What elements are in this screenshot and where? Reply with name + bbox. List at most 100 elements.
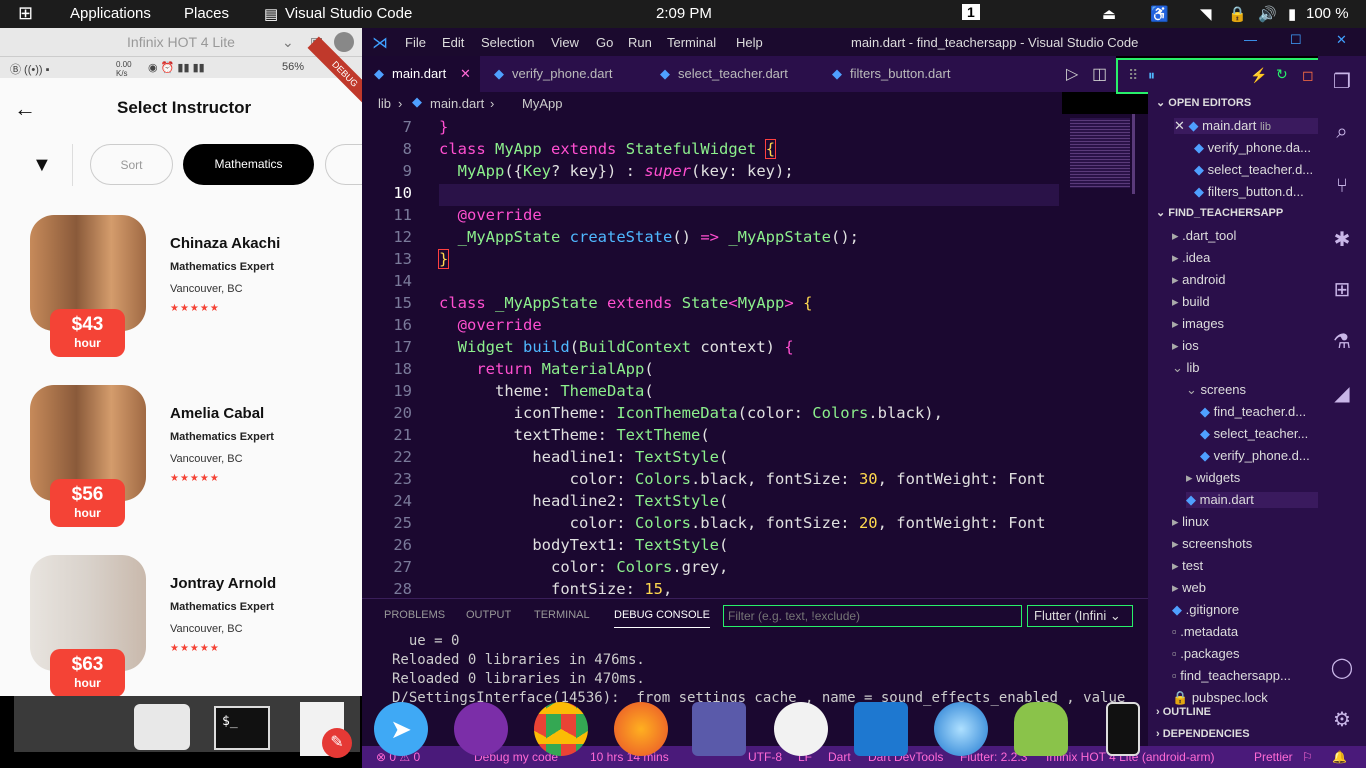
terminal-app-icon[interactable]: $_ <box>214 706 270 750</box>
minimize-icon[interactable]: ⌄ <box>282 28 294 56</box>
maximize-icon[interactable]: ☐ <box>1290 32 1302 48</box>
filter-input[interactable] <box>723 605 1022 627</box>
tree-item[interactable]: ▸ screenshots <box>1172 536 1252 552</box>
bell-icon[interactable]: 🔔 <box>1332 750 1347 764</box>
menu-go[interactable]: Go <box>596 35 613 50</box>
tree-item[interactable]: ▸ widgets <box>1186 470 1240 486</box>
scrollbar-thumb[interactable] <box>1132 114 1135 194</box>
open-editor-item[interactable]: ✕ ◆ main.dart lib <box>1174 118 1318 134</box>
tree-item[interactable]: ▫ .metadata <box>1172 624 1238 639</box>
volume-icon[interactable]: 🔊 <box>1258 5 1277 23</box>
tab-problems[interactable]: PROBLEMS <box>384 609 445 621</box>
menu-file[interactable]: File <box>405 35 426 50</box>
mathematics-chip[interactable]: Mathematics <box>183 144 314 185</box>
tab-verify-phone[interactable]: ◆ verify_phone.dart <box>482 56 648 92</box>
run-debug-icon[interactable]: ✱ <box>1330 228 1354 252</box>
edit-pencil-icon[interactable]: ✎ <box>322 728 352 758</box>
tree-item[interactable]: ▫ .packages <box>1172 646 1240 661</box>
firefox-icon[interactable] <box>614 702 668 756</box>
extensions-icon[interactable]: ⊞ <box>1330 278 1354 302</box>
browser-globe-icon[interactable] <box>934 702 988 756</box>
vscode-dock-icon[interactable] <box>854 702 908 756</box>
tor-browser-icon[interactable] <box>454 702 508 756</box>
android-studio-icon[interactable] <box>774 702 828 756</box>
gear-icon[interactable]: ⚙ <box>1330 708 1354 732</box>
instructor-card[interactable]: $43 hour Chinaza Akachi Mathematics Exper… <box>30 215 330 365</box>
testing-icon[interactable]: ⚗ <box>1330 330 1354 354</box>
tab-terminal[interactable]: TERMINAL <box>534 609 590 621</box>
split-editor-icon[interactable]: ◫ <box>1092 64 1107 84</box>
accessibility-icon[interactable]: ♿ <box>1150 5 1169 23</box>
menu-edit[interactable]: Edit <box>442 35 464 50</box>
search-icon[interactable]: ⌕ <box>1330 120 1354 144</box>
back-arrow-icon[interactable]: ← <box>14 96 36 122</box>
sort-chip[interactable]: Sort <box>90 144 173 185</box>
feedback-icon[interactable]: ⚐ <box>1302 750 1313 764</box>
breadcrumb-file[interactable]: main.dart <box>430 96 484 111</box>
tab-debug-console[interactable]: DEBUG CONSOLE <box>614 609 710 628</box>
wifi-icon[interactable]: ◥ <box>1200 5 1212 23</box>
tab-main-dart[interactable]: ◆ main.dart ✕ <box>362 56 480 92</box>
app-grid-icon[interactable]: ⊞ <box>18 3 33 24</box>
prettier-status[interactable]: Prettier <box>1254 750 1293 764</box>
dependencies-header[interactable]: › DEPENDENCIES <box>1156 728 1250 740</box>
tree-item[interactable]: ◆ select_teacher... <box>1200 426 1308 442</box>
breadcrumb-lib[interactable]: lib <box>378 96 391 111</box>
places-menu[interactable]: Places <box>184 5 229 22</box>
tree-item[interactable]: ⌄ lib <box>1172 360 1200 376</box>
close-icon[interactable] <box>334 32 354 52</box>
open-editor-item[interactable]: ◆ verify_phone.da... <box>1194 140 1311 156</box>
clock[interactable]: 2:09 PM <box>656 5 712 22</box>
explorer-icon[interactable]: ❐ <box>1330 70 1354 94</box>
tab-select-teacher[interactable]: ◆ select_teacher.dart <box>648 56 818 92</box>
filter-icon[interactable]: ▼ <box>32 154 52 177</box>
tree-item[interactable]: ◆ main.dart <box>1186 492 1318 508</box>
telegram-icon[interactable]: ➤ <box>374 702 428 756</box>
applications-menu[interactable]: Applications <box>70 5 151 22</box>
source-control-icon[interactable]: ⑂ <box>1330 174 1354 198</box>
tree-item[interactable]: ▫ find_teachersapp... <box>1172 668 1291 683</box>
next-chip[interactable] <box>325 144 362 185</box>
tree-item[interactable]: ▸ build <box>1172 294 1210 310</box>
tree-item[interactable]: ◆ verify_phone.d... <box>1200 448 1310 464</box>
tab-output[interactable]: OUTPUT <box>466 609 511 621</box>
screen-recorder-icon[interactable] <box>692 702 746 756</box>
files-app-icon[interactable] <box>134 704 190 750</box>
tree-item[interactable]: ◆ .gitignore <box>1172 602 1239 618</box>
tree-item[interactable]: ⌄ screens <box>1186 382 1246 398</box>
menu-help[interactable]: Help <box>736 35 763 50</box>
tree-item[interactable]: ◆ find_teacher.d... <box>1200 404 1306 420</box>
open-editors-header[interactable]: ⌄ OPEN EDITORS <box>1156 96 1251 109</box>
chrome-icon[interactable] <box>534 702 588 756</box>
tab-filters-button[interactable]: ◆ filters_button.dart <box>820 56 988 92</box>
phone-device-icon[interactable] <box>1106 702 1140 756</box>
tree-item[interactable]: ▸ test <box>1172 558 1203 574</box>
breadcrumb-class[interactable]: MyApp <box>522 96 562 111</box>
tree-item[interactable]: ▸ android <box>1172 272 1226 288</box>
hot-reload-icon[interactable]: ⚡ <box>1250 67 1267 84</box>
menu-run[interactable]: Run <box>628 35 652 50</box>
run-icon[interactable]: ▷ <box>1066 64 1078 84</box>
drag-handle-icon[interactable]: ⠿ <box>1128 67 1138 84</box>
menu-terminal[interactable]: Terminal <box>667 35 716 50</box>
eject-icon[interactable]: ⏏ <box>1102 5 1116 23</box>
code-editor[interactable]: 7 8 9 10 11 12 13 14 15 16 17 18 19 20 21 22 23 24 25 26 27 2… <box>362 114 1062 598</box>
android-icon[interactable] <box>1014 702 1068 756</box>
instructor-card[interactable]: $63 hour Jontray Arnold Mathematics Exper… <box>30 555 330 696</box>
tree-item[interactable]: 🔒 pubspec.lock <box>1172 690 1268 706</box>
tree-item[interactable]: ▸ linux <box>1172 514 1209 530</box>
tree-item[interactable]: ▸ .dart_tool <box>1172 228 1236 244</box>
instructor-card[interactable]: $56 hour Amelia Cabal Mathematics Expert … <box>30 385 330 535</box>
stop-icon[interactable]: ◻ <box>1302 67 1314 84</box>
tree-item[interactable]: ▸ images <box>1172 316 1224 332</box>
battery-icon[interactable]: ▮ <box>1288 5 1296 23</box>
open-editor-item[interactable]: ◆ select_teacher.d... <box>1194 162 1313 178</box>
device-select[interactable]: Flutter (Infini ⌄ <box>1027 605 1133 627</box>
restart-icon[interactable]: ↻ <box>1276 66 1288 83</box>
close-icon[interactable]: ✕ <box>1336 32 1347 48</box>
menu-view[interactable]: View <box>551 35 579 50</box>
tree-item[interactable]: ▸ .idea <box>1172 250 1210 266</box>
active-app-name[interactable]: Visual Studio Code <box>285 5 412 22</box>
account-icon[interactable]: ◯ <box>1330 656 1354 680</box>
tree-item[interactable]: ▸ ios <box>1172 338 1199 354</box>
